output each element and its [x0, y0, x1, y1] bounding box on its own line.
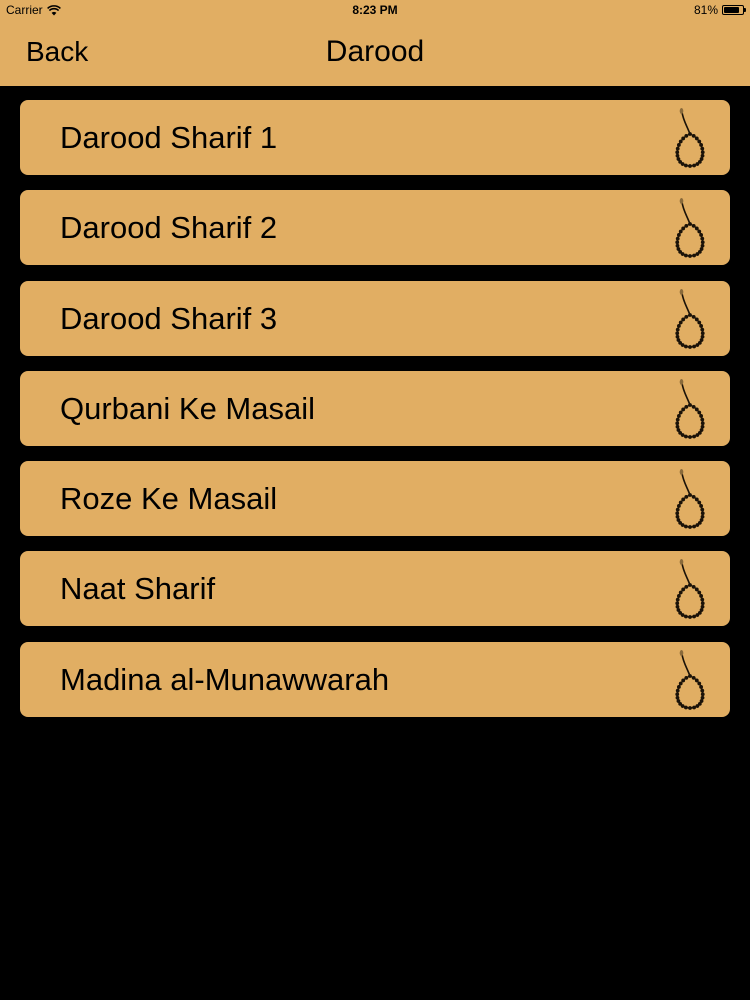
list-item[interactable]: Darood Sharif 3: [20, 280, 730, 356]
list-item[interactable]: Darood Sharif 2: [20, 190, 730, 266]
status-time: 8:23 PM: [352, 3, 398, 17]
list-item[interactable]: Naat Sharif: [20, 551, 730, 627]
battery-icon: [722, 5, 746, 15]
list-item-label: Naat Sharif: [60, 571, 216, 607]
list-item[interactable]: Darood Sharif 1: [20, 100, 730, 175]
prayer-beads-icon: [675, 108, 705, 168]
battery-percent: 81%: [693, 3, 718, 17]
prayer-beads-icon: [675, 649, 705, 710]
list-item-label: Darood Sharif 2: [60, 210, 278, 246]
list-item-label: Qurbani Ke Masail: [60, 390, 316, 426]
prayer-beads-icon: [675, 559, 705, 620]
list-item-label: Madina al-Munawwarah: [60, 661, 390, 697]
list-item-label: Darood Sharif 3: [60, 300, 278, 336]
item-list: Darood Sharif 1 Darood Sharif 2 Darood S…: [20, 100, 730, 732]
list-item[interactable]: Madina al-Munawwarah: [20, 641, 730, 717]
list-item[interactable]: Roze Ke Masail: [20, 461, 730, 537]
prayer-beads-icon: [675, 378, 705, 439]
prayer-beads-icon: [675, 469, 705, 530]
status-right: 81%: [693, 3, 746, 17]
prayer-beads-icon: [675, 288, 705, 349]
navigation-bar: Back Darood: [0, 22, 750, 86]
back-button[interactable]: Back: [26, 36, 88, 68]
list-item[interactable]: Qurbani Ke Masail: [20, 370, 730, 446]
list-item-label: Roze Ke Masail: [60, 481, 278, 517]
status-bar: Carrier 8:23 PM 81%: [0, 0, 750, 22]
page-title: Darood: [325, 35, 425, 68]
list-item-label: Darood Sharif 1: [60, 120, 278, 155]
prayer-beads-icon: [675, 198, 705, 259]
battery-level-fill: [724, 7, 739, 13]
